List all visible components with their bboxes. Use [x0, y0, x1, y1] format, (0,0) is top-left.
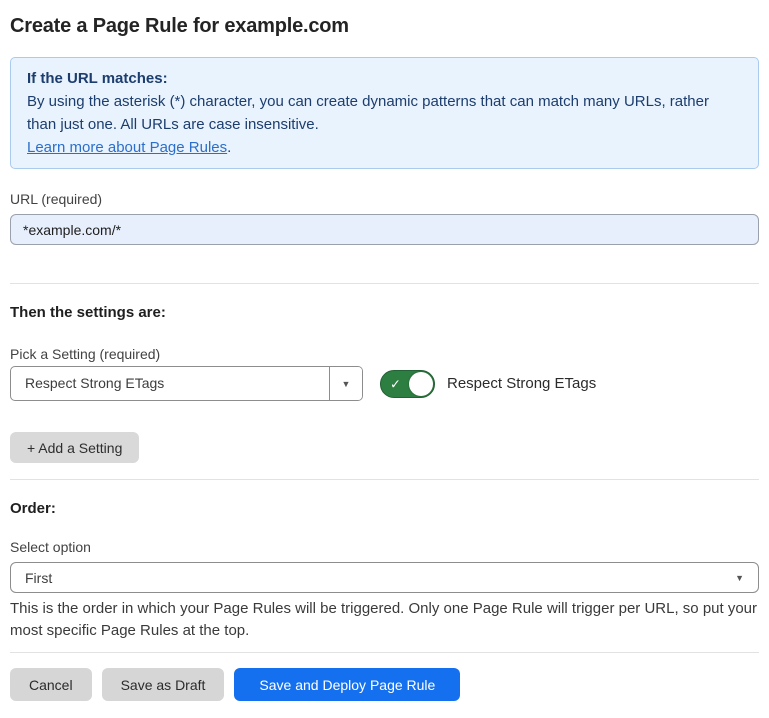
setting-select-arrow-button[interactable]: ▼	[329, 367, 362, 400]
divider	[10, 283, 759, 284]
order-select-label: Select option	[10, 539, 759, 555]
order-select[interactable]: First ▼	[10, 562, 759, 593]
add-setting-button[interactable]: + Add a Setting	[10, 432, 139, 463]
save-draft-button[interactable]: Save as Draft	[102, 668, 225, 701]
setting-select[interactable]: Respect Strong ETags ▼	[10, 366, 363, 401]
page-title: Create a Page Rule for example.com	[10, 12, 759, 40]
url-input[interactable]	[10, 214, 759, 245]
check-icon: ✓	[390, 377, 401, 390]
setting-select-value: Respect Strong ETags	[11, 367, 329, 400]
chevron-down-icon: ▼	[342, 379, 351, 389]
order-help-text: This is the order in which your Page Rul…	[10, 598, 759, 642]
info-box-heading: If the URL matches:	[27, 67, 742, 90]
link-suffix: .	[227, 139, 231, 156]
pick-setting-label: Pick a Setting (required)	[10, 346, 759, 362]
setting-toggle-label: Respect Strong ETags	[447, 375, 596, 392]
order-section-heading: Order:	[10, 500, 759, 517]
save-deploy-button[interactable]: Save and Deploy Page Rule	[234, 668, 460, 701]
settings-section-heading: Then the settings are:	[10, 304, 759, 321]
url-field-label: URL (required)	[10, 191, 759, 207]
setting-row: Respect Strong ETags ▼ ✓ Respect Strong …	[10, 366, 759, 401]
order-select-value: First	[25, 570, 52, 586]
learn-more-link[interactable]: Learn more about Page Rules	[27, 139, 227, 156]
divider	[10, 479, 759, 480]
setting-toggle[interactable]: ✓	[380, 370, 435, 398]
toggle-knob	[409, 372, 433, 396]
cancel-button[interactable]: Cancel	[10, 668, 92, 701]
info-box-body: By using the asterisk (*) character, you…	[27, 90, 727, 136]
url-match-info-box: If the URL matches: By using the asteris…	[10, 57, 759, 169]
info-box-link-line: Learn more about Page Rules.	[27, 136, 727, 159]
footer-actions: Cancel Save as Draft Save and Deploy Pag…	[10, 668, 759, 701]
divider	[10, 652, 759, 653]
create-page-rule-form: Create a Page Rule for example.com If th…	[0, 0, 769, 718]
chevron-down-icon: ▼	[735, 573, 744, 583]
